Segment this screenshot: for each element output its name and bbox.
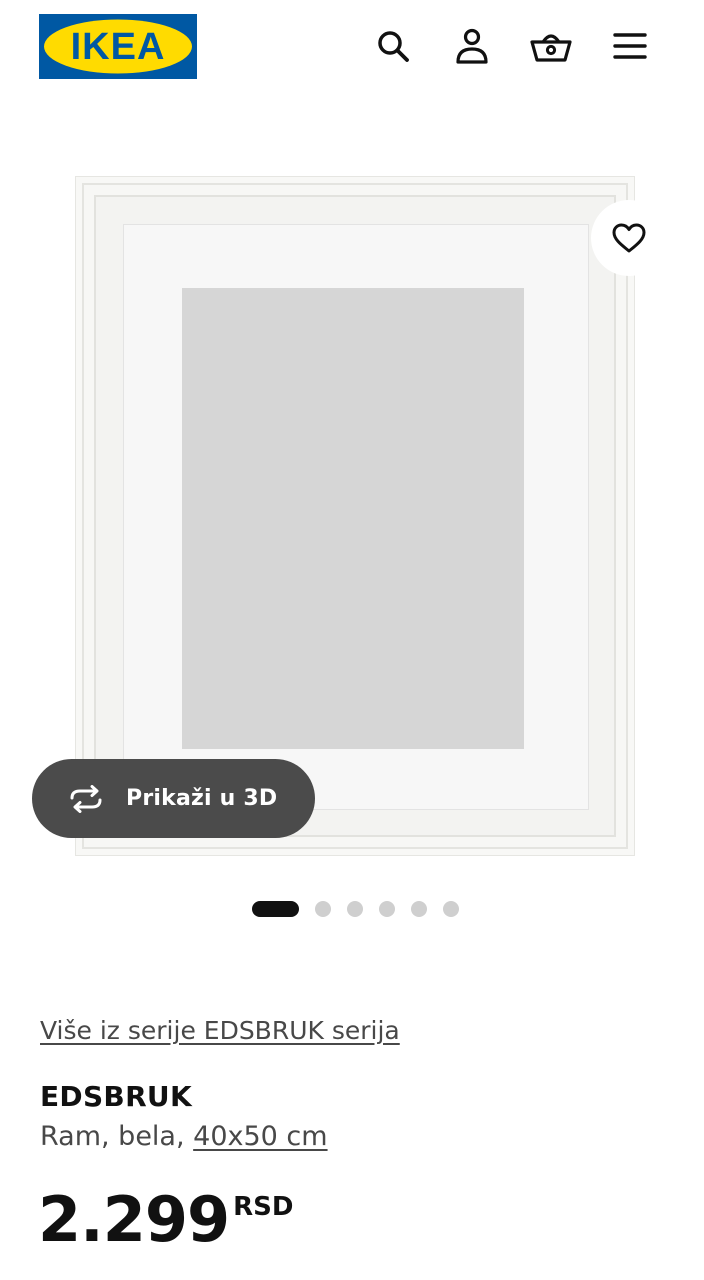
carousel-dot[interactable] <box>379 901 395 917</box>
svg-text:IKEA: IKEA <box>71 26 166 68</box>
product-size-link[interactable]: 40x50 cm <box>193 1121 327 1152</box>
favorite-button[interactable] <box>591 200 667 276</box>
product-name: EDSBRUK <box>40 1080 192 1113</box>
view-in-3d-label: Prikaži u 3D <box>126 786 278 811</box>
product-image-gallery[interactable]: Prikaži u 3D <box>0 150 704 870</box>
product-description: Ram, bela, 40x50 cm <box>40 1121 328 1152</box>
menu-icon[interactable] <box>608 24 652 68</box>
product-description-text: Ram, bela, <box>40 1121 194 1152</box>
shopping-bag-icon[interactable] <box>529 24 573 68</box>
carousel-dot[interactable] <box>347 901 363 917</box>
price-currency: RSD <box>233 1192 294 1222</box>
ikea-logo[interactable]: IKEA <box>39 14 197 79</box>
carousel-dot[interactable] <box>411 901 427 917</box>
view-in-3d-button[interactable]: Prikaži u 3D <box>32 759 315 838</box>
rotate-3d-icon <box>66 784 106 813</box>
top-header: IKEA <box>0 0 704 96</box>
frame-mat <box>123 224 589 810</box>
product-price: 2.299 RSD <box>38 1184 293 1256</box>
photo-placeholder <box>182 288 524 749</box>
heart-icon <box>611 222 647 254</box>
series-link[interactable]: Više iz serije EDSBRUK serija <box>40 1016 400 1045</box>
carousel-dot-active[interactable] <box>252 901 299 917</box>
carousel-dot[interactable] <box>443 901 459 917</box>
product-page: IKEA Prikaži u 3D Više iz serije EDSBRUK… <box>0 0 704 1280</box>
search-icon[interactable] <box>371 24 415 68</box>
carousel-indicator <box>252 900 459 918</box>
carousel-dot[interactable] <box>315 901 331 917</box>
account-icon[interactable] <box>450 24 494 68</box>
product-image-frame <box>75 176 635 856</box>
price-amount: 2.299 <box>38 1183 230 1256</box>
